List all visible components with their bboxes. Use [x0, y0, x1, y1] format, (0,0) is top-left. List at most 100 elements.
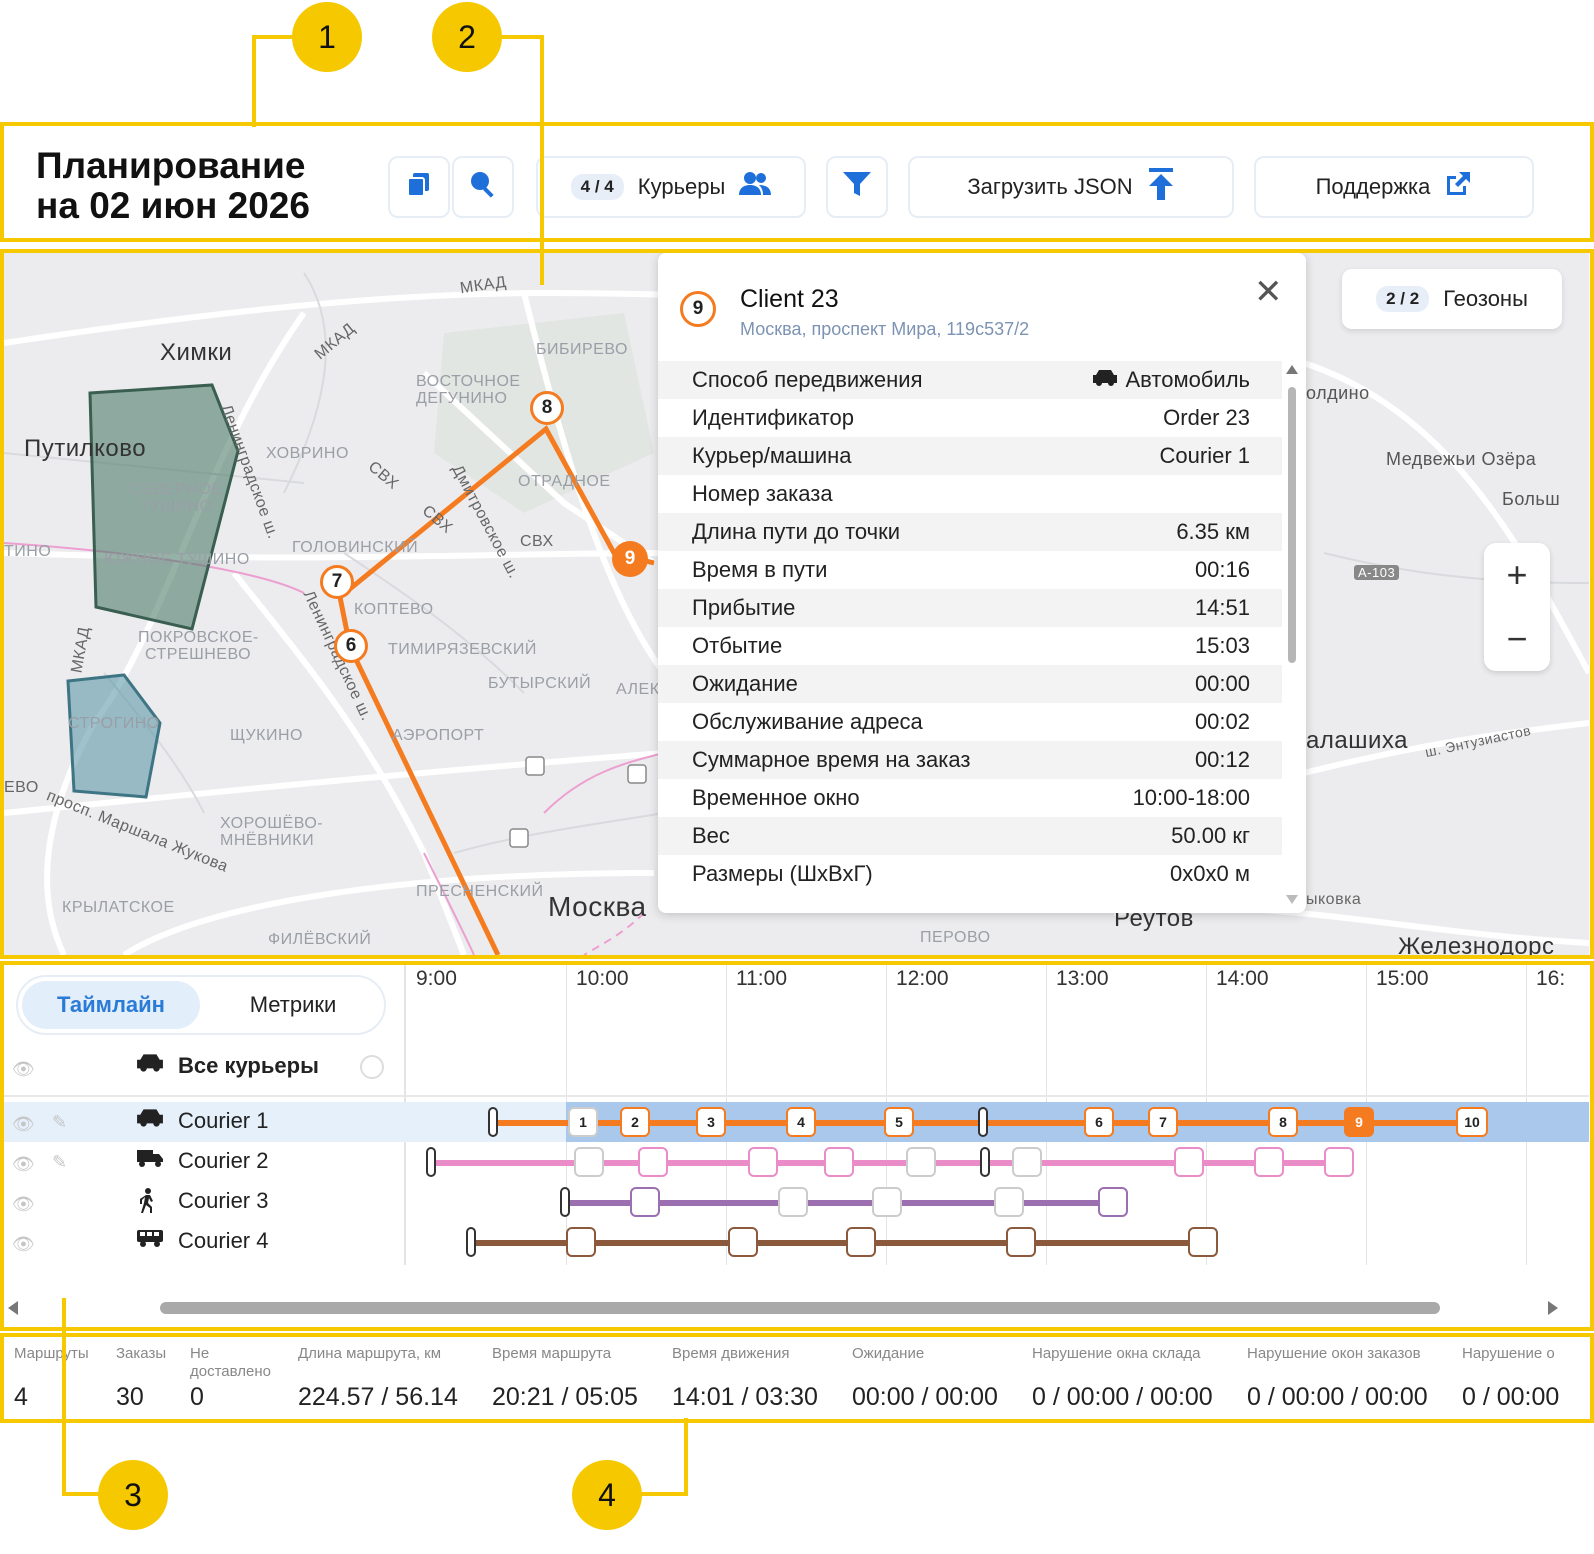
popup-row: Вес 50.00 кг — [658, 817, 1282, 855]
tab-metrics[interactable]: Метрики — [204, 981, 382, 1029]
stop-marker[interactable] — [630, 1187, 660, 1217]
popup-row: Временное окно 10:00-18:00 — [692, 785, 1250, 810]
stop-marker[interactable] — [566, 1227, 596, 1257]
eye-icon[interactable]: 👁 — [12, 1059, 35, 1080]
stop-marker[interactable] — [778, 1187, 808, 1217]
map-label-medvezhi: Медвежьи Озёра — [1386, 449, 1537, 469]
stop-marker[interactable] — [638, 1147, 668, 1177]
map-label-vostochnoe: ВОСТОЧНОЕ ДЕГУНИНО — [416, 373, 521, 407]
stop-marker[interactable] — [1324, 1147, 1354, 1177]
stop-marker[interactable] — [846, 1227, 876, 1257]
upload-json-label: Загрузить JSON — [967, 174, 1133, 199]
edit-icon[interactable]: ✎ — [52, 1152, 67, 1173]
popup-row: Длина пути до точки 6.35 км — [658, 513, 1282, 551]
stop-marker[interactable] — [1098, 1187, 1128, 1217]
timeline-hscrollbar-thumb[interactable] — [160, 1302, 1440, 1314]
scroll-up-icon[interactable] — [1286, 365, 1298, 374]
stop-marker[interactable] — [906, 1147, 936, 1177]
depot-marker[interactable] — [488, 1107, 498, 1137]
stop-marker[interactable]: 3 — [696, 1107, 726, 1137]
close-icon[interactable]: ✕ — [1254, 275, 1283, 309]
depot-marker[interactable] — [978, 1107, 988, 1137]
stop-marker[interactable] — [1174, 1147, 1204, 1177]
metric-depot-window-violation: Нарушение окна склада 0 / 00:00 / 00:00 — [1032, 1345, 1213, 1411]
filter-button[interactable] — [826, 156, 888, 218]
stop-marker[interactable]: 5 — [884, 1107, 914, 1137]
copy-button[interactable] — [388, 156, 450, 218]
stop-marker[interactable]: 7 — [1148, 1107, 1178, 1137]
popup-row: Прибытие 14:51 — [658, 589, 1282, 627]
info-icon[interactable] — [360, 1055, 384, 1079]
route-marker-9[interactable]: 9 — [612, 541, 648, 577]
depot-marker[interactable] — [426, 1147, 436, 1177]
stop-marker[interactable] — [1254, 1147, 1284, 1177]
courier-name: Courier 2 — [178, 1148, 269, 1173]
stop-marker[interactable]: 4 — [786, 1107, 816, 1137]
couriers-button[interactable]: 4 / 4 Курьеры — [536, 156, 806, 218]
route-marker-8[interactable]: 8 — [530, 391, 564, 425]
search-button[interactable] — [452, 156, 514, 218]
hour-label: 12:00 — [896, 967, 949, 990]
stop-marker[interactable]: 1 — [568, 1107, 598, 1137]
order-number-pin: 9 — [680, 291, 716, 327]
stop-marker[interactable] — [824, 1147, 854, 1177]
map[interactable]: Химки Путилково Москва Реутов алашиха Же… — [4, 253, 1589, 955]
eye-icon[interactable]: 👁 — [12, 1154, 35, 1175]
stop-marker[interactable] — [1188, 1227, 1218, 1257]
eye-icon[interactable]: 👁 — [12, 1114, 35, 1135]
popup-row: Способ передвижения Автомобиль — [658, 361, 1282, 399]
map-label-putilkovo: Путилково — [24, 435, 147, 462]
metric-waiting: Ожидание 00:00 / 00:00 — [852, 1345, 998, 1411]
map-label-alek: АЛЕК — [616, 681, 660, 698]
search-icon — [468, 169, 498, 205]
eye-icon[interactable]: 👁 — [12, 1234, 35, 1255]
edit-icon[interactable]: ✎ — [52, 1112, 67, 1133]
popup-row: Курьер/машина Courier 1 — [658, 437, 1282, 475]
stop-marker[interactable]: 8 — [1268, 1107, 1298, 1137]
walking-person-icon — [136, 1188, 158, 1220]
stop-marker[interactable] — [994, 1187, 1024, 1217]
page-title-line1: Планирование — [36, 145, 306, 186]
popup-scrollbar[interactable] — [1286, 365, 1298, 905]
stop-marker-selected[interactable]: 9 — [1344, 1107, 1374, 1137]
route-marker-6[interactable]: 6 — [334, 629, 368, 663]
map-label-vykhovka: ыковка — [1306, 891, 1362, 908]
support-button[interactable]: Поддержка — [1254, 156, 1534, 218]
stop-marker[interactable] — [574, 1147, 604, 1177]
scroll-down-icon[interactable] — [1286, 895, 1298, 904]
view-tabs: Таймлайн Метрики — [16, 975, 386, 1035]
map-label-filevsky: ФИЛЁВСКИЙ — [268, 931, 372, 948]
tab-timeline[interactable]: Таймлайн — [22, 981, 200, 1029]
stop-marker[interactable]: 2 — [620, 1107, 650, 1137]
stop-marker[interactable] — [748, 1147, 778, 1177]
upload-json-button[interactable]: Загрузить JSON — [908, 156, 1234, 218]
geozones-button[interactable]: 2 / 2 Геозоны — [1342, 269, 1562, 329]
stop-marker[interactable]: 6 — [1084, 1107, 1114, 1137]
depot-marker[interactable] — [980, 1147, 990, 1177]
stop-marker[interactable] — [1012, 1147, 1042, 1177]
map-label-a103: А-103 — [1354, 565, 1400, 580]
eye-icon[interactable]: 👁 — [12, 1194, 35, 1215]
stop-marker[interactable] — [872, 1187, 902, 1217]
stop-marker[interactable]: 10 — [1456, 1107, 1488, 1137]
geozones-label: Геозоны — [1443, 286, 1528, 311]
popup-scrollbar-thumb[interactable] — [1288, 387, 1296, 663]
depot-marker[interactable] — [560, 1187, 570, 1217]
map-label-bibirevo: БИБИРЕВО — [536, 341, 628, 358]
stop-marker[interactable] — [1006, 1227, 1036, 1257]
zoom-out-button[interactable]: − — [1484, 607, 1550, 671]
timeline-hscrollbar[interactable] — [8, 1299, 1576, 1315]
map-label-pokrovskoe: ПОКРОВСКОЕ-СТРЕШНЕВО — [138, 629, 259, 663]
zoom-in-button[interactable]: + — [1484, 543, 1550, 607]
route-marker-7[interactable]: 7 — [320, 565, 354, 599]
scroll-left-icon[interactable] — [8, 1301, 18, 1315]
scroll-right-icon[interactable] — [1548, 1301, 1558, 1315]
stop-marker[interactable] — [728, 1227, 758, 1257]
all-couriers-row[interactable]: 👁 Все курьеры — [4, 1047, 1589, 1087]
depot-marker[interactable] — [466, 1227, 476, 1257]
bus-icon — [136, 1228, 164, 1254]
callout-2-line — [540, 35, 544, 285]
metrics-bar: Маршруты 4 Заказы 30 Не доставлено 0 Дли… — [4, 1337, 1589, 1419]
map-label-moskva: Москва — [548, 891, 647, 922]
popup-row: Номер заказа — [692, 481, 833, 506]
